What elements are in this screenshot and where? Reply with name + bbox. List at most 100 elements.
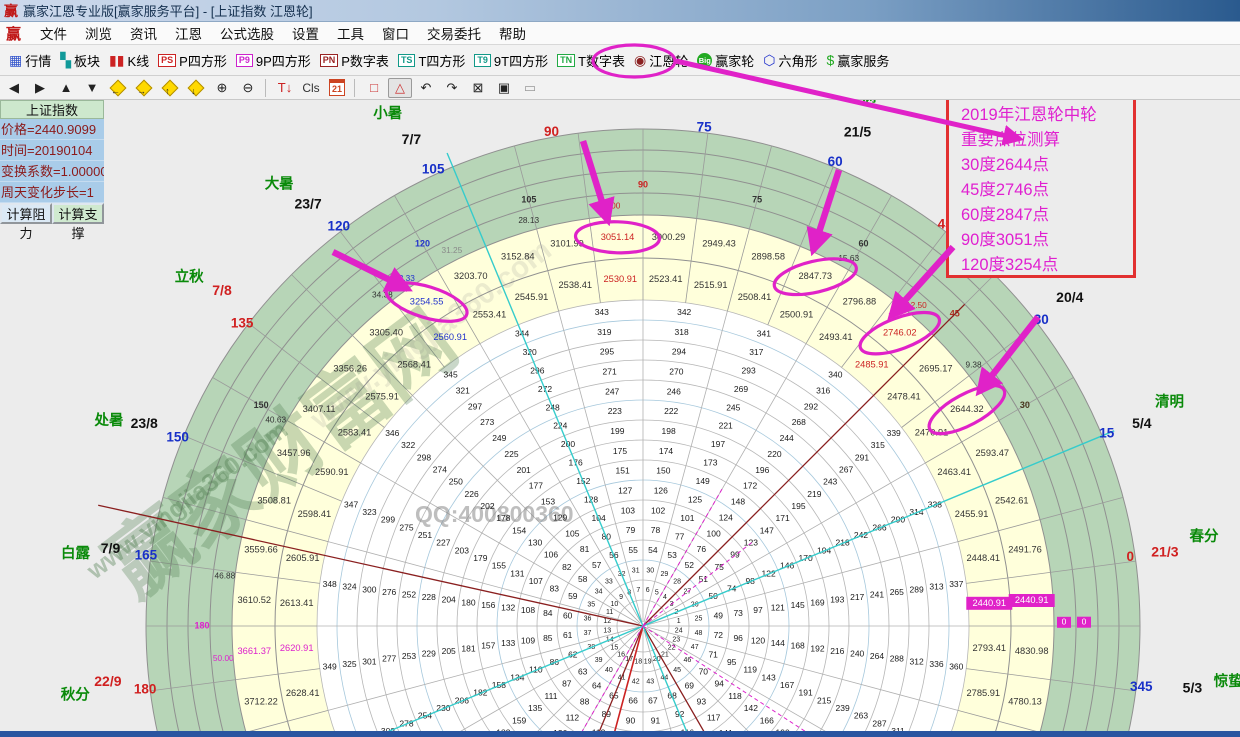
svg-text:347: 347 <box>344 499 358 509</box>
rotate-cw-button[interactable]: ↷ <box>440 78 464 98</box>
svg-text:105: 105 <box>565 528 579 538</box>
t-sort-button[interactable]: T↓ <box>273 78 297 98</box>
menu-item-3[interactable]: 江恩 <box>166 25 211 44</box>
menu-item-2[interactable]: 资讯 <box>121 25 166 44</box>
svg-text:81: 81 <box>580 544 590 554</box>
pan-right-button[interactable]: → <box>132 78 156 98</box>
svg-text:85: 85 <box>543 633 553 643</box>
rotate-ccw-button[interactable]: ↶ <box>414 78 438 98</box>
winner-wheel-button-label: 赢家轮 <box>715 51 754 70</box>
t-table-button-label: T数字表 <box>578 51 625 70</box>
hexagon-button-label: 六角形 <box>779 51 818 70</box>
up-button[interactable]: ▲ <box>54 78 78 98</box>
svg-text:2545.91: 2545.91 <box>515 292 549 302</box>
svg-text:66: 66 <box>628 696 638 706</box>
rect-tool-button[interactable]: □ <box>362 78 386 98</box>
svg-text:3000.29: 3000.29 <box>652 232 686 242</box>
toolbar-separator <box>265 79 266 97</box>
p-table-button[interactable]: PNP数字表 <box>320 51 389 70</box>
svg-text:180: 180 <box>134 681 157 696</box>
chart-canvas[interactable]: 赢家财富网www.yingjia360.comwww.yingjia360.co… <box>0 100 1240 737</box>
svg-text:217: 217 <box>850 592 864 602</box>
svg-text:2560.91: 2560.91 <box>433 332 467 342</box>
svg-text:60: 60 <box>858 238 868 248</box>
forward-button[interactable]: ▶ <box>28 78 52 98</box>
svg-text:16: 16 <box>617 651 625 658</box>
menu-item-4[interactable]: 公式选股 <box>211 25 283 44</box>
sectors-button[interactable]: ▚板块 <box>60 51 100 70</box>
svg-text:294: 294 <box>672 347 686 357</box>
menu-item-0[interactable]: 文件 <box>31 25 76 44</box>
pan-right-button-icon: → <box>136 79 153 96</box>
svg-text:69: 69 <box>685 681 695 691</box>
menu-item-8[interactable]: 交易委托 <box>418 25 490 44</box>
svg-text:336: 336 <box>929 659 943 669</box>
svg-text:205: 205 <box>442 646 456 656</box>
fit-button[interactable]: ⊠ <box>466 78 490 98</box>
svg-text:87: 87 <box>562 679 572 689</box>
hexagon-button[interactable]: ⬡六角形 <box>763 51 817 70</box>
calendar-icon: 21 <box>329 79 345 96</box>
svg-text:277: 277 <box>382 654 396 664</box>
fit-button-icon: ⊠ <box>473 80 484 96</box>
svg-text:119: 119 <box>743 665 757 675</box>
menu-item-9[interactable]: 帮助 <box>490 25 535 44</box>
winner-service-button-label: 赢家服务 <box>837 51 889 70</box>
svg-text:29: 29 <box>661 571 669 578</box>
gann-wheel-button[interactable]: ◉江恩轮 <box>634 51 688 70</box>
menu-item-1[interactable]: 浏览 <box>76 25 121 44</box>
zoom-out-button[interactable]: ⊖ <box>236 78 260 98</box>
winner-wheel-button[interactable]: Big赢家轮 <box>697 51 754 70</box>
svg-text:2455.91: 2455.91 <box>955 509 989 519</box>
svg-text:267: 267 <box>839 464 853 474</box>
svg-text:61: 61 <box>563 630 573 640</box>
svg-text:108: 108 <box>521 605 535 615</box>
svg-text:0: 0 <box>1062 617 1067 627</box>
zoom-in-button[interactable]: ⊕ <box>210 78 234 98</box>
9t-square-button[interactable]: T99T四方形 <box>474 51 548 70</box>
title-bar[interactable]: 赢 赢家江恩专业版[赢家服务平台] - [上证指数 江恩轮] <box>0 0 1240 22</box>
t9-badge-icon: T9 <box>474 54 491 67</box>
triangle-tool-button[interactable]: △ <box>388 78 412 98</box>
svg-text:225: 225 <box>504 449 518 459</box>
calendar-button[interactable]: 21 <box>325 78 349 98</box>
menu-item-7[interactable]: 窗口 <box>373 25 418 44</box>
scale-button-icon: ▣ <box>498 80 510 96</box>
quotes-button[interactable]: ▦行情 <box>9 51 51 70</box>
menu-item-5[interactable]: 设置 <box>283 25 328 44</box>
pan-up-button[interactable]: ↑ <box>158 78 182 98</box>
svg-text:3712.22: 3712.22 <box>244 696 278 706</box>
svg-text:2542.61: 2542.61 <box>995 495 1029 505</box>
t-table-button[interactable]: TNT数字表 <box>557 51 625 70</box>
svg-text:132: 132 <box>501 602 515 612</box>
p-square-button[interactable]: PSP四方形 <box>158 51 227 70</box>
scale-button[interactable]: ▣ <box>492 78 516 98</box>
svg-text:227: 227 <box>436 538 450 548</box>
menu-item-6[interactable]: 工具 <box>328 25 373 44</box>
9p-square-button[interactable]: P99P四方形 <box>236 51 311 70</box>
svg-text:57: 57 <box>592 560 602 570</box>
svg-text:253: 253 <box>402 651 416 661</box>
svg-text:49: 49 <box>714 610 724 620</box>
app-logo-icon: 赢 <box>6 23 21 44</box>
gann-wheel-button-label: 江恩轮 <box>649 51 688 70</box>
present-button[interactable]: ▭ <box>518 78 542 98</box>
svg-text:59: 59 <box>568 591 578 601</box>
svg-text:135: 135 <box>528 703 542 713</box>
kline-button[interactable]: ▮▮K线 <box>109 51 149 70</box>
back-button[interactable]: ◀ <box>2 78 26 98</box>
pan-left-button[interactable]: ← <box>106 78 130 98</box>
winner-service-button[interactable]: $赢家服务 <box>827 51 890 70</box>
calc-support-button[interactable]: 计算支撑 <box>52 203 104 224</box>
annotation-note-box: 2019年江恩轮中轮重要点位测算30度2644点45度2746点60度2847点… <box>946 96 1136 278</box>
svg-text:48: 48 <box>695 630 703 637</box>
svg-text:5: 5 <box>655 590 659 597</box>
down-button[interactable]: ▼ <box>80 78 104 98</box>
pan-down-button[interactable]: ↓ <box>184 78 208 98</box>
svg-text:2448.41: 2448.41 <box>966 553 1000 563</box>
calc-resistance-button[interactable]: 计算阻力 <box>0 203 52 224</box>
svg-text:2530.91: 2530.91 <box>603 274 637 284</box>
t-square-button[interactable]: TST四方形 <box>398 51 465 70</box>
cls-button[interactable]: Cls <box>299 78 323 98</box>
svg-text:60: 60 <box>828 154 843 169</box>
